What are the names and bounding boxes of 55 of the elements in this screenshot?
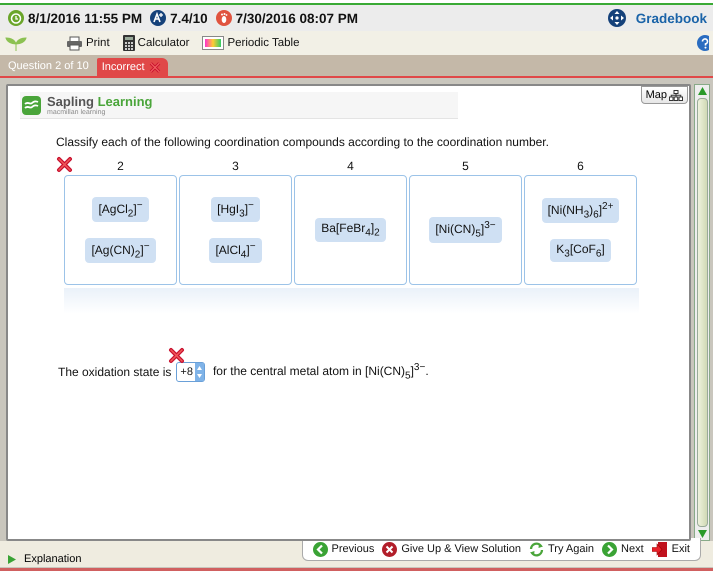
bin-label: 2	[117, 159, 124, 175]
scroll-down-icon[interactable]	[698, 530, 706, 538]
periodic-table-icon	[202, 36, 224, 50]
nav-button[interactable]: Exit	[652, 542, 690, 556]
drop-zone[interactable]: [AgCl$_{2}$]$^{−}$ [Ag(CN)$_{2}$]$^{−}$	[64, 175, 177, 285]
drop-zone[interactable]: Ba[FeBr$_{4}$]$_{2}$	[294, 175, 407, 285]
question-prompt: Classify each of the following coordination compounds according to the coordination number.	[56, 135, 550, 149]
compound-tile[interactable]: K$_{3}$[CoF$_{6}$]	[550, 239, 611, 262]
nav-button[interactable]: Next	[602, 542, 644, 556]
help-icon[interactable]	[695, 35, 709, 51]
printer-icon	[66, 36, 83, 50]
spin-arrows-icon	[194, 363, 204, 381]
grade-icon	[150, 10, 166, 26]
bin-label: 3	[232, 159, 239, 175]
compound-tile[interactable]: Ba[FeBr$_{4}$]$_{2}$	[315, 218, 386, 242]
exit-icon	[652, 542, 668, 556]
question-number: Question 2 of 10	[8, 60, 90, 74]
map-button[interactable]: Map	[640, 86, 688, 104]
cross-icon	[148, 60, 162, 74]
nav-button[interactable]: Try Again	[528, 542, 594, 556]
compound-tile[interactable]: [AgCl$_{2}$]$^{−}$	[92, 196, 149, 222]
refresh-icon	[528, 542, 544, 556]
footprint-icon	[216, 10, 232, 26]
toolbar-button[interactable]: Calculator	[122, 35, 190, 51]
bin-label: 4	[347, 159, 354, 175]
sentence-text: The oxidation state is	[58, 365, 172, 379]
expand-icon[interactable]	[8, 554, 16, 564]
compound-tile[interactable]: [Ag(CN)$_{2}$]$^{−}$	[85, 238, 156, 264]
number-spinner[interactable]: +8	[176, 362, 205, 382]
leaf-icon	[4, 35, 28, 51]
compound-tile[interactable]: [Ni(NH$_{3}$)$_{6}$]$^{2+}$	[542, 198, 620, 223]
sitemap-icon	[669, 90, 683, 100]
scrollbar-thumb[interactable]	[696, 98, 708, 527]
drop-zone[interactable]: [Ni(CN)$_{5}$]$^{3−}$	[409, 175, 522, 285]
nav-button[interactable]: Give Up & View Solution	[382, 542, 521, 556]
drop-zone[interactable]: [Ni(NH$_{3}$)$_{6}$]$^{2+}$ K$_{3}$[CoF$_{6}$]	[524, 175, 637, 285]
alarm-clock-icon	[8, 10, 24, 26]
drop-zone[interactable]: [HgI$_{3}$]$^{−}$ [AlCl$_{4}$]$^{−}$	[179, 175, 292, 285]
sentence-text: for the central metal atom in [Ni(CN)$_{5}$]$^{3−}$.	[212, 362, 429, 382]
move-icon	[608, 9, 626, 27]
bin-label: 5	[462, 159, 469, 175]
calculator-icon	[122, 35, 135, 51]
scroll-up-icon[interactable]	[698, 87, 706, 95]
compound-tile[interactable]: [Ni(CN)$_{5}$]$^{3−}$	[429, 217, 502, 243]
gradebook-link[interactable]: Gradebook	[636, 10, 707, 26]
explanation-toggle[interactable]: Explanation	[24, 553, 82, 565]
due-date: 8/1/2016 11:55 PM	[28, 10, 142, 26]
bin-label: 6	[577, 159, 584, 175]
last-activity: 7/30/2016 08:07 PM	[236, 10, 358, 26]
compound-tile[interactable]: [HgI$_{3}$]$^{−}$	[211, 196, 260, 222]
toolbar-button[interactable]: Print	[66, 36, 110, 50]
nav-button[interactable]: Previous	[312, 542, 374, 556]
toolbar-button[interactable]: Periodic Table	[202, 36, 300, 50]
compound-tile[interactable]: [AlCl$_{4}$]$^{−}$	[209, 238, 262, 264]
score: 7.4/10	[170, 10, 208, 26]
